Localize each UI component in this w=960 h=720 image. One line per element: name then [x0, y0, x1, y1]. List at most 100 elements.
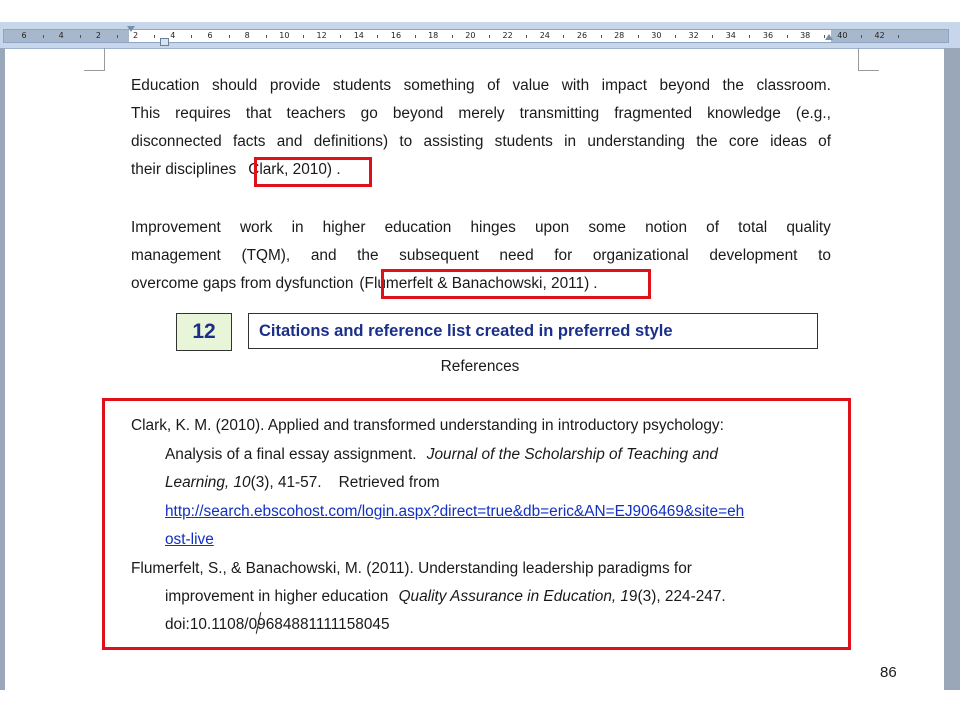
callout-number: 12: [176, 313, 232, 351]
ruler-tick: [526, 35, 528, 38]
word: go: [360, 105, 378, 122]
ruler-tick: [79, 35, 81, 38]
ruler-label: 6: [21, 31, 27, 40]
ruler-tick: [265, 35, 267, 38]
ruler-tick: [451, 35, 453, 38]
ruler-tick: [340, 35, 342, 38]
ref2-journal: Quality Assurance in Education, 1: [398, 588, 629, 605]
ref1-url-link-cont[interactable]: ost-live: [165, 531, 214, 548]
ruler-tick: [749, 35, 751, 38]
word: provide: [269, 77, 321, 94]
word: definitions): [313, 133, 389, 150]
ref1-line-2-plain: Analysis of a final essay assignment.: [165, 446, 417, 463]
references-heading: References: [440, 358, 520, 375]
p2-line-3-text: overcome gaps from dysfunction: [131, 275, 354, 292]
word: ideas: [770, 133, 807, 150]
word: Education: [131, 77, 200, 94]
ruler-tick: [303, 35, 304, 38]
word: students: [494, 133, 553, 150]
ruler-tick: [675, 35, 676, 38]
horizontal-ruler[interactable]: 6 4 2 2 4 6 8 10 12 14 16 18 20 22 24 26 28 30 32 34 36 38 40 4…: [3, 29, 949, 43]
ruler-label: 14: [353, 31, 364, 40]
ruler-label: 22: [502, 31, 513, 40]
ref2-volume-pages: 9(3), 224-247.: [629, 588, 726, 605]
ref1-journal-cont: Learning, 10: [165, 474, 251, 491]
word: in: [291, 219, 304, 236]
ruler-label: 4: [58, 31, 64, 40]
word: to: [399, 133, 413, 150]
right-indent-marker[interactable]: [825, 34, 833, 40]
ref1-line-1: Clark, K. M. (2010). Applied and transfo…: [131, 417, 724, 434]
ruler-label: 20: [465, 31, 476, 40]
slide-page-number: 86: [880, 664, 897, 681]
ruler-label: 28: [614, 31, 625, 40]
word: work: [239, 219, 273, 236]
word: development: [709, 247, 798, 264]
ref2-line-2-plain: improvement in higher education: [165, 588, 389, 605]
ruler-label: 4: [170, 31, 176, 40]
word: of: [818, 133, 831, 150]
ruler-tick: [42, 35, 44, 38]
ruler-label: 10: [279, 31, 290, 40]
word: the: [696, 133, 718, 150]
word: hinges: [470, 219, 516, 236]
ref1-line-4[interactable]: http://search.ebscohost.com/login.aspx?d…: [165, 502, 744, 522]
highlight-citation-clark: [254, 157, 372, 187]
ruler-label: 6: [207, 31, 213, 40]
word: in: [564, 133, 577, 150]
word: and: [310, 247, 337, 264]
word: higher: [322, 219, 366, 236]
word: merely: [458, 105, 505, 122]
word: transmitting: [519, 105, 600, 122]
ruler-label: 40: [837, 31, 848, 40]
word: with: [561, 77, 590, 94]
ruler-tick: [861, 35, 862, 38]
p2-line-2: management (TQM), and the subsequent need for o…: [131, 242, 831, 270]
word: subsequent: [399, 247, 479, 264]
ruler-tick: [898, 35, 900, 38]
ruler-label: 42: [874, 31, 885, 40]
ref1-url-link[interactable]: http://search.ebscohost.com/login.aspx?d…: [165, 503, 744, 520]
p1-line-3: disconnected facts and definitions) to assist…: [131, 128, 831, 156]
word: understanding: [587, 133, 685, 150]
first-line-indent-marker[interactable]: [127, 26, 135, 32]
word: upon: [534, 219, 570, 236]
word: the: [722, 77, 744, 94]
word: for: [554, 247, 573, 264]
ruler-tick: [414, 35, 416, 38]
word: students: [332, 77, 392, 94]
word: Improvement: [131, 219, 221, 236]
word: beyond: [392, 105, 444, 122]
word: of: [487, 77, 500, 94]
word: and: [276, 133, 303, 150]
word: something: [403, 77, 475, 94]
left-indent-marker[interactable]: [160, 38, 169, 46]
word: disconnected: [131, 133, 222, 150]
ref2-line-3: doi:10.1108/09684881111158045: [165, 616, 390, 633]
crop-mark-right-h: [858, 70, 879, 71]
word: the: [357, 247, 379, 264]
ref1-line-5[interactable]: ost-live: [165, 530, 214, 550]
word: education: [384, 219, 452, 236]
word: value: [512, 77, 550, 94]
ruler-label: 30: [651, 31, 662, 40]
word: core: [728, 133, 759, 150]
ruler-label: 12: [316, 31, 327, 40]
ruler-label: 16: [390, 31, 402, 40]
word: quality: [786, 219, 831, 236]
ruler-right-margin: [831, 30, 948, 42]
ruler-tick: [489, 35, 490, 38]
ruler-tick: [563, 35, 565, 38]
word: This: [131, 105, 161, 122]
word: of: [706, 219, 719, 236]
ruler-label: 2: [95, 31, 101, 40]
paragraph-education[interactable]: Education should provide students something o…: [131, 72, 831, 184]
crop-mark-left: [104, 48, 105, 70]
callout-text: Citations and reference list created in …: [248, 313, 818, 349]
ref1-line-3: Learning, 10(3), 41-57. Retrieved from: [165, 473, 440, 493]
word: teachers: [286, 105, 346, 122]
ruler-label: 8: [244, 31, 250, 40]
word: facts: [232, 133, 266, 150]
word: impact: [601, 77, 647, 94]
ruler-tick: [600, 35, 602, 38]
